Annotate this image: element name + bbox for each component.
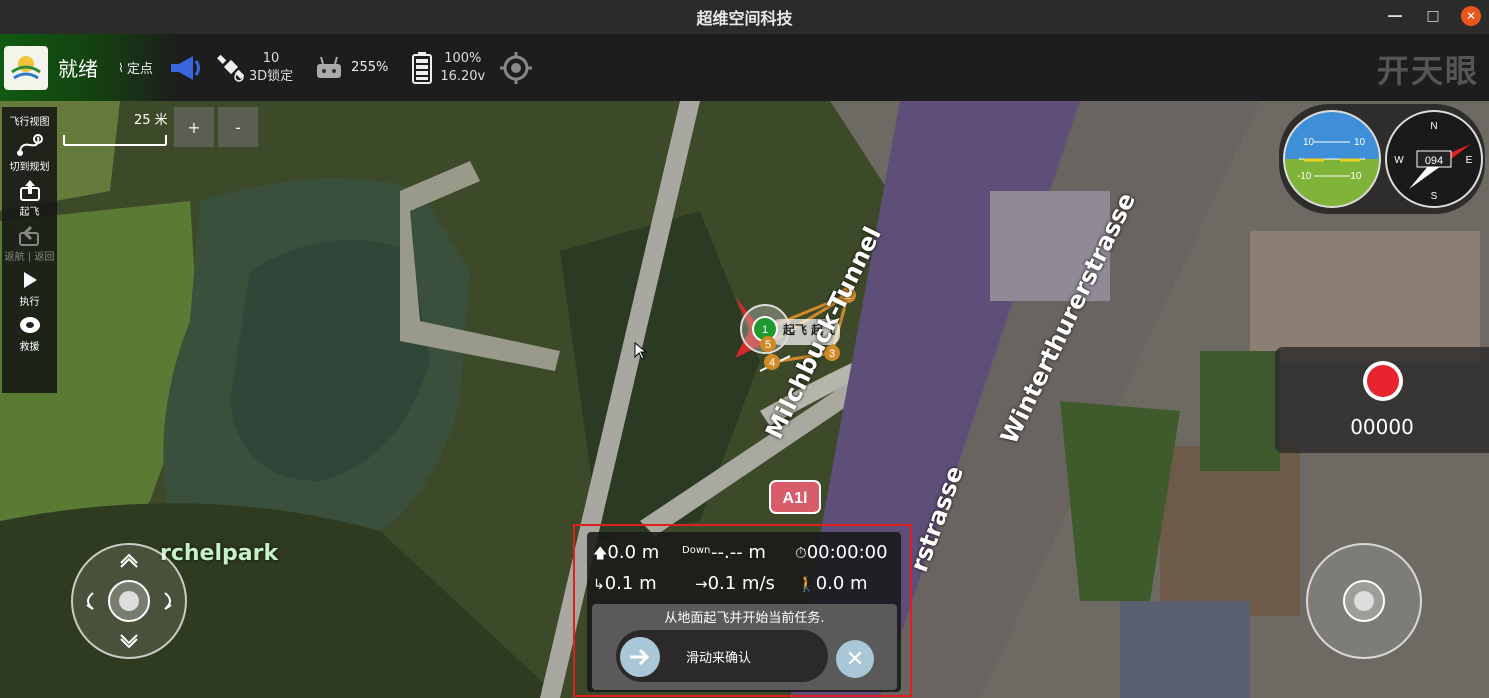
rail-return-label: 返航 | 返回 — [4, 252, 55, 263]
route-plan-icon — [16, 132, 44, 158]
left-joystick[interactable] — [71, 543, 187, 659]
svg-text:S: S — [1431, 191, 1438, 202]
flight-mode-label: 定点 — [126, 62, 153, 77]
record-counter: 00000 — [1350, 415, 1414, 439]
svg-text:E: E — [1466, 155, 1473, 166]
map-scale: 25 米 — [62, 107, 172, 147]
svg-text:-10: -10 — [1347, 171, 1362, 182]
rail-return[interactable]: 返航 | 返回 — [4, 222, 55, 263]
svg-text:5: 5 — [765, 339, 771, 351]
rail-rescue[interactable]: 救援 — [16, 312, 44, 353]
rail-flight-view[interactable]: 飞行视图 — [10, 113, 50, 128]
confirm-slider[interactable]: 滑动来确认 — [616, 630, 828, 682]
horizontal-distance: ↳0.1 m — [593, 573, 657, 594]
rail-plan[interactable]: 切到规划 — [10, 132, 50, 173]
app-logo[interactable] — [4, 45, 48, 90]
megaphone-icon — [170, 55, 200, 80]
heading-readout: 094 — [1425, 155, 1443, 167]
lifebuoy-icon — [16, 312, 44, 338]
confirm-message: 从地面起飞并开始当前任务. — [664, 611, 825, 626]
distance-home: 🚶0.0 m — [797, 573, 868, 594]
flight-instruments: 10 10 -10 -10 N E S W 094 — [1279, 104, 1485, 214]
svg-text:1: 1 — [762, 324, 768, 336]
gps-status[interactable]: 10 3D锁定 — [216, 50, 294, 86]
svg-text:10: 10 — [1354, 137, 1366, 148]
slider-label: 滑动来确认 — [686, 651, 752, 666]
cancel-button[interactable]: ✕ — [836, 640, 874, 678]
satellite-count: 10 — [262, 50, 280, 66]
svg-text:-10: -10 — [1297, 171, 1312, 182]
close-button[interactable]: ✕ — [1461, 6, 1481, 26]
right-arrow-icon: → — [695, 575, 708, 593]
svg-text:4: 4 — [769, 357, 775, 369]
arrow-right-icon — [630, 648, 650, 666]
window-title: 超维空间科技 — [696, 9, 793, 28]
rail-plan-label: 切到规划 — [9, 162, 50, 173]
rc-signal-value: 255% — [351, 60, 389, 75]
gps-lock-label: 3D锁定 — [248, 68, 294, 84]
battery-voltage: 16.20v — [440, 68, 486, 84]
record-panel: 00000 — [1275, 347, 1489, 453]
slider-knob[interactable] — [620, 637, 660, 677]
waypoint-1[interactable]: 1 — [762, 324, 768, 336]
flight-time: ⏱00:00:00 — [795, 542, 888, 563]
right-joystick[interactable] — [1306, 543, 1422, 659]
zoom-in-button[interactable]: + — [174, 107, 214, 147]
attitude-indicator — [1284, 111, 1380, 207]
road-sign: A1l — [783, 490, 808, 507]
rail-takeoff[interactable]: 起飞 — [16, 177, 44, 218]
waypoint-4[interactable]: 4 — [764, 354, 780, 370]
altitude: 🡅0.0 m — [593, 542, 660, 563]
rail-execute-label: 执行 — [19, 297, 40, 308]
remote-controller-icon — [317, 56, 342, 78]
close-icon: ✕ — [845, 646, 865, 672]
zoom-out-button[interactable]: - — [218, 107, 258, 147]
svg-text:N: N — [1430, 121, 1437, 132]
left-toolbar: 飞行视图 切到规划 起飞 返航 | 返回 执行 救援 — [2, 107, 57, 393]
rail-rescue-label: 救援 — [19, 342, 40, 353]
record-button[interactable] — [1363, 361, 1403, 401]
battery-percent: 100% — [444, 50, 482, 66]
telemetry-inner: 🡅0.0 m Down --.-- m ⏱00:00:00 ↳0.1 m →0.… — [587, 532, 901, 692]
walker-icon: 🚶 — [797, 575, 816, 593]
compass: N E S W 094 — [1385, 110, 1483, 208]
status-text[interactable]: 就绪 — [58, 53, 98, 82]
turn-arrow-icon: ↳ — [593, 577, 605, 593]
rc-status[interactable]: 255% — [315, 56, 388, 80]
rail-takeoff-label: 起飞 — [19, 207, 40, 218]
maximize-button[interactable]: □ — [1423, 6, 1443, 26]
battery-status[interactable]: 100% 16.20v — [412, 50, 485, 86]
svg-text:10: 10 — [1303, 137, 1315, 148]
locate-button[interactable] — [499, 51, 533, 85]
rail-flight-view-label: 飞行视图 — [9, 117, 50, 128]
megaphone-button[interactable] — [169, 53, 205, 83]
crosshair-icon — [500, 51, 533, 84]
return-home-icon — [15, 222, 43, 248]
up-arrow-icon: 🡅 — [593, 546, 608, 562]
minimize-button[interactable]: ― — [1385, 6, 1405, 26]
telemetry-panel: 🡅0.0 m Down --.-- m ⏱00:00:00 ↳0.1 m →0.… — [573, 524, 912, 697]
title-bar: 超维空间科技 ― □ ✕ — [0, 0, 1489, 34]
rail-execute[interactable]: 执行 — [16, 267, 44, 308]
confirm-dialog: 从地面起飞并开始当前任务. 滑动来确认 ✕ — [592, 604, 897, 690]
window-controls: ― □ ✕ — [1385, 6, 1481, 26]
record-icon — [1367, 365, 1399, 397]
timer-icon: ⏱ — [795, 544, 807, 562]
svg-text:W: W — [1394, 155, 1404, 166]
battery-icon — [412, 51, 433, 84]
flight-mode[interactable]: ⌇ 定点 — [118, 58, 153, 78]
brand-watermark: 开天眼 — [1376, 52, 1479, 90]
speed: →0.1 m/s — [695, 573, 775, 594]
play-icon — [16, 267, 44, 293]
takeoff-icon — [16, 177, 44, 203]
satellite-icon — [216, 54, 245, 82]
mode-wave-icon: ⌇ — [118, 60, 124, 75]
down-value: --.-- m — [711, 542, 766, 563]
toolbar: 就绪 ⌇ 定点 10 3D锁定 255% 100% 16.20v 开天眼 — [0, 34, 1489, 101]
mouse-cursor-icon — [634, 341, 648, 360]
waypoint-5[interactable]: 5 — [760, 336, 776, 352]
down-label: Down — [682, 545, 711, 556]
